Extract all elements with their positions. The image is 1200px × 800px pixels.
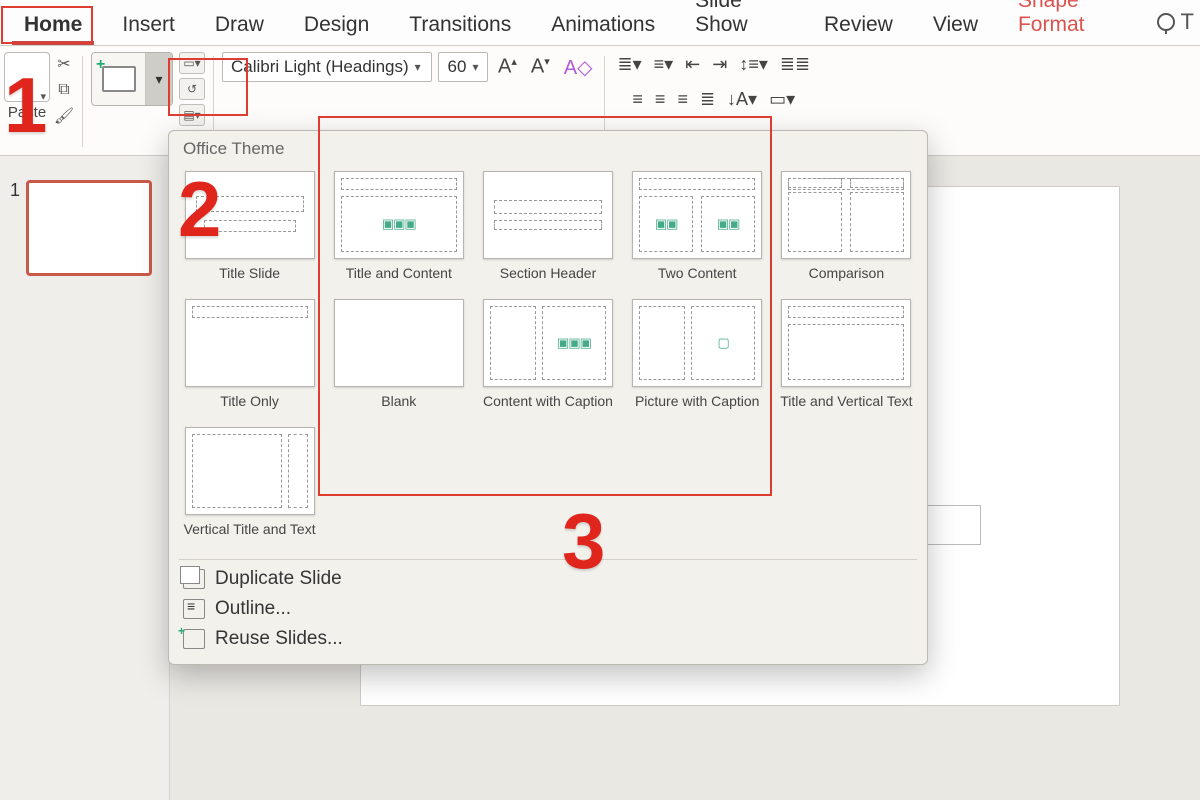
layout-vertical-title-and-text[interactable]: Vertical Title and Text [179,423,320,545]
section-button[interactable]: ▤▾ [179,104,205,126]
tab-draw[interactable]: Draw [195,3,284,45]
text-direction-icon[interactable]: ↓A▾ [723,87,761,112]
popup-actions: Duplicate Slide Outline... Reuse Slides.… [169,564,927,658]
tab-insert[interactable]: Insert [102,3,195,45]
align-text-icon[interactable]: ▭▾ [765,87,799,112]
layout-comparison[interactable]: Comparison [776,167,917,289]
reset-button[interactable]: ↺ [179,78,205,100]
layout-title-and-vertical-text[interactable]: Title and Vertical Text [776,295,917,417]
paragraph-group: ≣▾ ≡▾ ⇤ ⇥ ↕≡▾ ≣≣ ≡ ≡ ≡ ≣ ↓A▾ ▭▾ [613,52,814,112]
tab-review[interactable]: Review [804,3,913,45]
duplicate-icon [183,569,205,589]
font-name-value: Calibri Light (Headings) [231,57,409,77]
decrease-font-icon[interactable]: A▾ [527,53,554,81]
new-slide-dropdown[interactable]: ▾ [146,52,172,106]
format-painter-icon[interactable]: 🖌 [54,106,74,126]
slide-thumb-1[interactable] [26,180,152,276]
annotation-num-1: 1 [4,66,47,144]
tab-transitions[interactable]: Transitions [389,3,531,45]
columns-icon[interactable]: ≣≣ [776,52,814,77]
increase-indent-icon[interactable]: ⇥ [708,52,731,77]
new-slide-icon[interactable] [92,52,146,106]
tab-home[interactable]: Home [4,3,102,45]
font-group: Calibri Light (Headings)▾ 60▾ A▴ A▾ A◇ [222,52,596,82]
layout-title-only[interactable]: Title Only [179,295,320,417]
outline-icon [183,599,205,619]
cut-icon[interactable]: ✂ [54,54,74,74]
tab-shape-format[interactable]: Shape Format [998,0,1151,45]
popup-theme-label: Office Theme [169,131,927,163]
ribbon-tabs: Home Insert Draw Design Transitions Anim… [0,0,1200,46]
layout-button[interactable]: ▭▾ [179,52,205,74]
tab-design[interactable]: Design [284,3,389,45]
slide-thumbnails: 1 [0,156,170,800]
thumb-number: 1 [10,180,20,201]
copy-icon[interactable]: ⧉ [54,80,74,100]
font-name-combo[interactable]: Calibri Light (Headings)▾ [222,52,432,82]
tab-animations[interactable]: Animations [531,3,675,45]
separator [82,56,83,147]
annotation-num-2: 2 [178,170,221,248]
clear-formatting-icon[interactable]: A◇ [560,53,597,82]
popup-separator [179,559,917,560]
layout-blank[interactable]: Blank [328,295,469,417]
increase-font-icon[interactable]: A▴ [494,53,521,81]
layout-grid: Title Slide ▣▣▣ Title and Content Sectio… [169,163,927,555]
tab-view[interactable]: View [913,3,998,45]
layout-content-with-caption[interactable]: ▣▣▣ Content with Caption [477,295,618,417]
layout-picture-with-caption[interactable]: ▢ Picture with Caption [627,295,768,417]
tab-slideshow[interactable]: Slide Show [675,0,804,45]
action-duplicate-slide[interactable]: Duplicate Slide [183,568,913,590]
new-slide-button[interactable]: ▾ [91,52,173,106]
annotation-num-3: 3 [562,502,605,580]
justify-icon[interactable]: ≣ [696,87,719,112]
bullets-icon[interactable]: ≣▾ [613,52,645,77]
font-size-value: 60 [448,57,467,77]
font-size-combo[interactable]: 60▾ [438,52,488,82]
layout-two-content[interactable]: ▣▣▣▣ Two Content [627,167,768,289]
align-left-icon[interactable]: ≡ [628,87,647,112]
align-center-icon[interactable]: ≡ [651,87,670,112]
new-slide-popup: Office Theme Title Slide ▣▣▣ Title and C… [168,130,928,665]
layout-section-header[interactable]: Section Header [477,167,618,289]
slides-group: ▾ ▭▾ ↺ ▤▾ [91,52,205,126]
decrease-indent-icon[interactable]: ⇤ [681,52,704,77]
layout-title-and-content[interactable]: ▣▣▣ Title and Content [328,167,469,289]
action-reuse-slides[interactable]: Reuse Slides... [183,628,913,650]
tell-me[interactable]: T [1151,0,1200,45]
tell-me-text: T [1181,9,1194,35]
action-outline[interactable]: Outline... [183,598,913,620]
lightbulb-icon [1157,13,1175,31]
reuse-icon [183,629,205,649]
numbering-icon[interactable]: ≡▾ [650,52,678,77]
align-right-icon[interactable]: ≡ [673,87,692,112]
line-spacing-icon[interactable]: ↕≡▾ [735,52,772,77]
